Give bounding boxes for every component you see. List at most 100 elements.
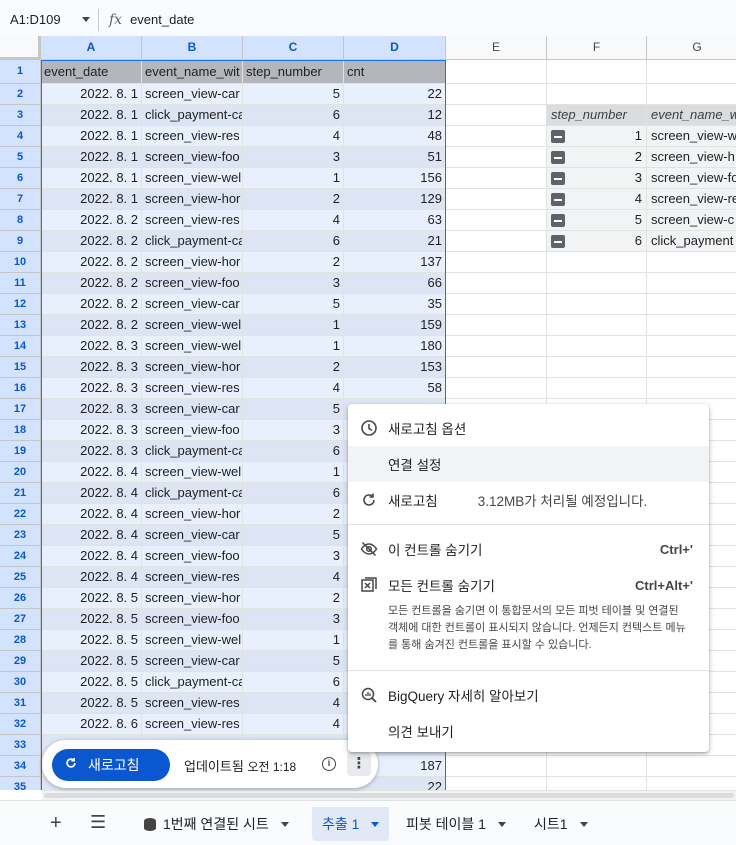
column-header-g[interactable]: G <box>647 36 736 60</box>
add-sheet-icon[interactable]: + <box>50 812 62 835</box>
row-header-34[interactable]: 34 <box>0 756 41 777</box>
pivot-row-step[interactable]: 4 <box>547 189 647 210</box>
menu-connection-settings[interactable]: 연결 설정 <box>348 446 709 482</box>
tab-dropdown-icon[interactable] <box>280 821 289 827</box>
empty-cell[interactable] <box>647 315 736 336</box>
data-cell[interactable]: click_payment-ca <box>142 483 243 504</box>
row-header-1[interactable]: 1 <box>0 60 41 84</box>
header-cell[interactable]: event_date <box>41 60 142 84</box>
data-cell[interactable]: click_payment-ca <box>142 105 243 126</box>
tab-dropdown-icon[interactable] <box>371 821 380 827</box>
data-cell[interactable]: 137 <box>344 252 446 273</box>
header-cell[interactable]: cnt <box>344 60 446 84</box>
pivot-header-event-name[interactable]: event_name_w <box>647 105 736 126</box>
collapse-minus-icon[interactable] <box>551 235 565 248</box>
data-cell[interactable]: 5 <box>243 84 344 105</box>
menu-refresh[interactable]: 새로고침 3.12MB가 처리될 예정입니다. <box>348 482 709 518</box>
row-header-4[interactable]: 4 <box>0 126 41 147</box>
data-cell[interactable]: screen_view-res <box>142 567 243 588</box>
data-cell[interactable]: screen_view-car <box>142 84 243 105</box>
empty-cell[interactable] <box>547 84 647 105</box>
row-header-23[interactable]: 23 <box>0 525 41 546</box>
data-cell[interactable]: 2022. 8. 1 <box>41 168 142 189</box>
row-header-5[interactable]: 5 <box>0 147 41 168</box>
empty-cell[interactable] <box>446 273 547 294</box>
row-header-12[interactable]: 12 <box>0 294 41 315</box>
row-header-7[interactable]: 7 <box>0 189 41 210</box>
row-header-29[interactable]: 29 <box>0 651 41 672</box>
data-cell[interactable]: 4 <box>243 714 344 735</box>
data-cell[interactable]: 2022. 8. 5 <box>41 609 142 630</box>
pivot-row-step[interactable]: 6 <box>547 231 647 252</box>
data-cell[interactable]: 3 <box>243 273 344 294</box>
data-cell[interactable]: 5 <box>243 399 344 420</box>
data-cell[interactable]: screen_view-res <box>142 210 243 231</box>
row-header-2[interactable]: 2 <box>0 84 41 105</box>
data-cell[interactable]: screen_view-foo <box>142 147 243 168</box>
data-cell[interactable]: 2022. 8. 6 <box>41 714 142 735</box>
data-cell[interactable]: 2022. 8. 1 <box>41 84 142 105</box>
data-cell[interactable]: 2022. 8. 2 <box>41 210 142 231</box>
row-header-16[interactable]: 16 <box>0 378 41 399</box>
row-header-32[interactable]: 32 <box>0 714 41 735</box>
column-header-e[interactable]: E <box>446 36 547 60</box>
empty-cell[interactable] <box>446 378 547 399</box>
data-cell[interactable]: 48 <box>344 126 446 147</box>
pivot-row-step[interactable]: 1 <box>547 126 647 147</box>
empty-cell[interactable] <box>647 756 736 777</box>
empty-cell[interactable] <box>446 294 547 315</box>
data-cell[interactable]: 156 <box>344 168 446 189</box>
pivot-row-event-name[interactable]: screen_view-w <box>647 126 736 147</box>
data-cell[interactable]: 2022. 8. 5 <box>41 651 142 672</box>
empty-cell[interactable] <box>647 357 736 378</box>
data-cell[interactable]: screen_view-car <box>142 294 243 315</box>
data-cell[interactable]: click_payment-ca <box>142 231 243 252</box>
row-header-33[interactable]: 33 <box>0 735 41 756</box>
data-cell[interactable]: 4 <box>243 567 344 588</box>
data-cell[interactable]: 2022. 8. 5 <box>41 672 142 693</box>
data-cell[interactable]: screen_view-hor <box>142 588 243 609</box>
collapse-minus-icon[interactable] <box>551 214 565 227</box>
data-cell[interactable]: 12 <box>344 105 446 126</box>
row-header-21[interactable]: 21 <box>0 483 41 504</box>
data-cell[interactable]: 2022. 8. 3 <box>41 336 142 357</box>
collapse-minus-icon[interactable] <box>551 172 565 185</box>
data-cell[interactable]: 2022. 8. 3 <box>41 399 142 420</box>
empty-cell[interactable] <box>446 105 547 126</box>
data-cell[interactable]: 2022. 8. 2 <box>41 273 142 294</box>
data-cell[interactable]: 2022. 8. 1 <box>41 105 142 126</box>
data-cell[interactable]: 2022. 8. 2 <box>41 231 142 252</box>
column-header-d[interactable]: D <box>344 36 446 60</box>
data-cell[interactable]: 66 <box>344 273 446 294</box>
name-box-dropdown-icon[interactable] <box>82 16 90 22</box>
pivot-row-step[interactable]: 3 <box>547 168 647 189</box>
data-cell[interactable]: screen_view-hor <box>142 189 243 210</box>
data-cell[interactable]: 2 <box>243 357 344 378</box>
data-cell[interactable]: 153 <box>344 357 446 378</box>
data-cell[interactable]: 2022. 8. 4 <box>41 525 142 546</box>
data-cell[interactable]: 2 <box>243 252 344 273</box>
empty-cell[interactable] <box>647 336 736 357</box>
row-header-28[interactable]: 28 <box>0 630 41 651</box>
menu-send-feedback[interactable]: 의견 보내기 <box>348 713 709 749</box>
data-cell[interactable]: 129 <box>344 189 446 210</box>
data-cell[interactable]: 3 <box>243 147 344 168</box>
refresh-button[interactable]: 새로고침 <box>52 749 170 781</box>
data-cell[interactable]: 2022. 8. 4 <box>41 546 142 567</box>
column-header-c[interactable]: C <box>243 36 344 60</box>
row-header-22[interactable]: 22 <box>0 504 41 525</box>
data-cell[interactable]: 2022. 8. 1 <box>41 126 142 147</box>
empty-cell[interactable] <box>446 84 547 105</box>
data-cell[interactable]: 2022. 8. 2 <box>41 315 142 336</box>
row-header-24[interactable]: 24 <box>0 546 41 567</box>
data-cell[interactable]: 6 <box>243 105 344 126</box>
data-cell[interactable]: 3 <box>243 609 344 630</box>
data-cell[interactable]: 6 <box>243 483 344 504</box>
collapse-minus-icon[interactable] <box>551 151 565 164</box>
empty-cell[interactable] <box>647 252 736 273</box>
data-cell[interactable]: 2 <box>243 588 344 609</box>
data-cell[interactable]: screen_view-car <box>142 525 243 546</box>
empty-cell[interactable] <box>446 315 547 336</box>
empty-cell[interactable] <box>446 189 547 210</box>
empty-cell[interactable] <box>446 147 547 168</box>
